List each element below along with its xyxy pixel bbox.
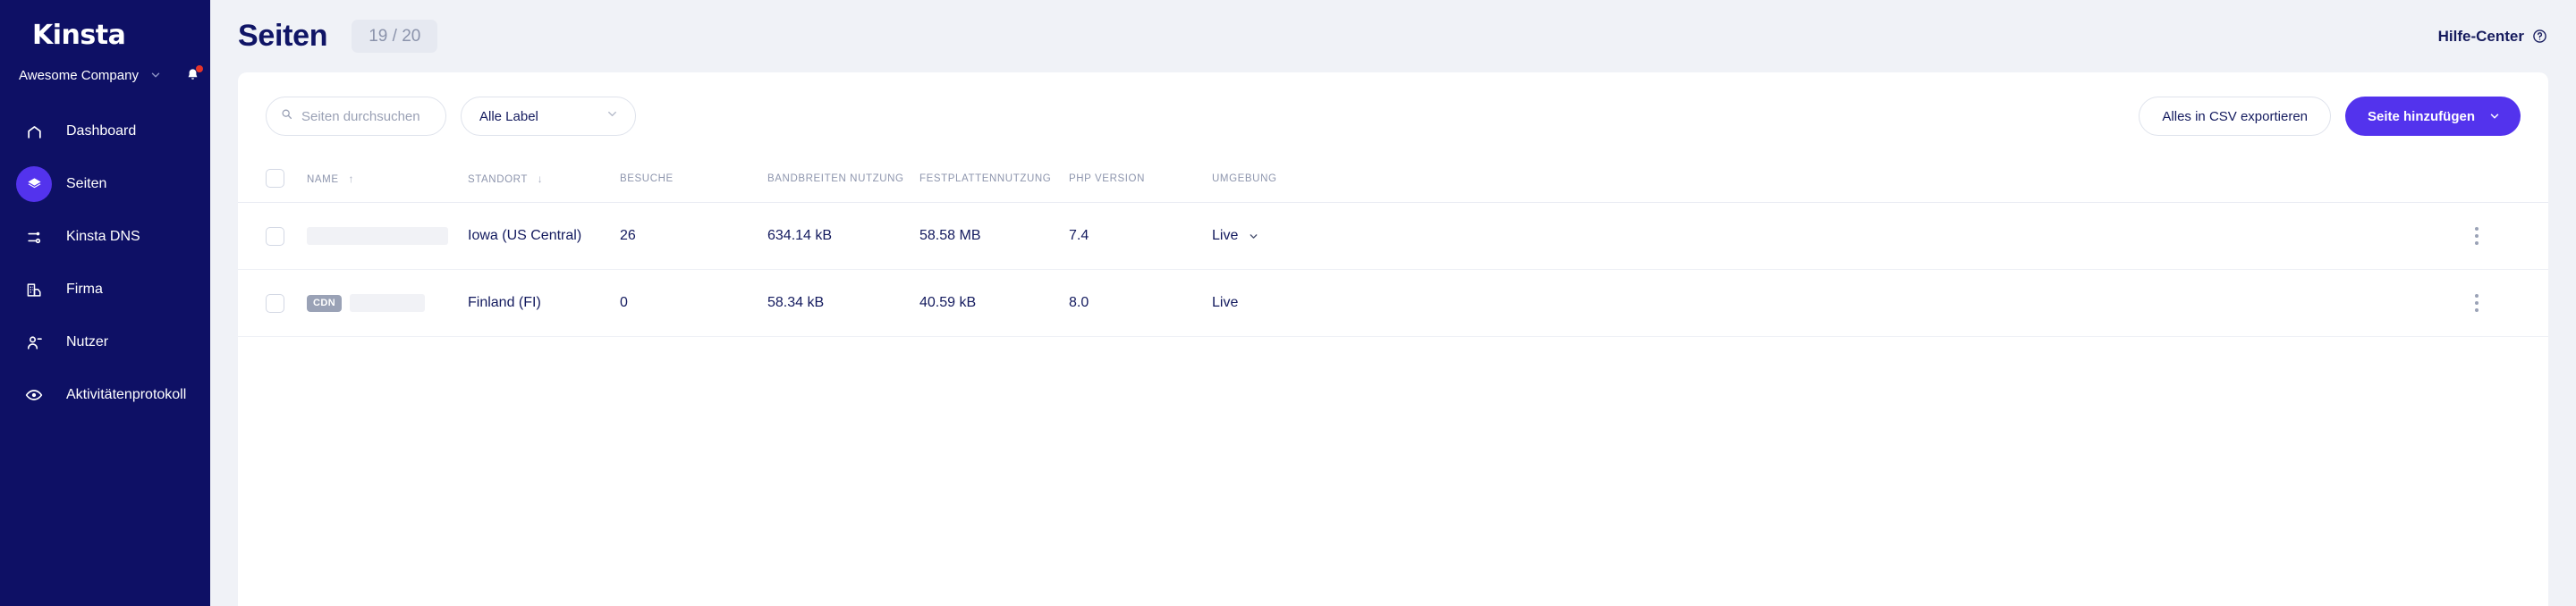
row-visits-cell: 26 [620, 202, 767, 270]
environment-label: Live [1212, 295, 1239, 310]
row-disk-cell: 40.59 kB [919, 269, 1069, 337]
help-center-label: Hilfe-Center [2437, 27, 2524, 45]
user-add-icon [16, 324, 52, 360]
table-row[interactable]: Iowa (US Central) 26 634.14 kB 58.58 MB … [238, 202, 2548, 270]
row-actions-cell [2468, 269, 2548, 337]
sites-table: NAME ↑ STANDORT ↓ BESUCHE BANDBREITEN NU… [238, 158, 2548, 337]
row-visits-cell: 0 [620, 269, 767, 337]
row-name-cell: CDN [307, 269, 468, 337]
row-php-cell: 8.0 [1069, 269, 1212, 337]
table-header-row: NAME ↑ STANDORT ↓ BESUCHE BANDBREITEN NU… [238, 158, 2548, 203]
arrow-up-icon: ↑ [348, 172, 355, 185]
label-filter-select[interactable]: Alle Label [461, 97, 636, 136]
row-checkbox[interactable] [266, 293, 284, 313]
sidebar-nav: Dashboard Seiten Kinsta DNS Firma Nutzer… [0, 114, 210, 413]
company-switcher[interactable]: Awesome Company [0, 63, 210, 87]
sidebar-item-aktivitaetenprotokoll[interactable]: Aktivitätenprotokoll [0, 377, 210, 413]
row-location-cell: Finland (FI) [468, 269, 620, 337]
label-filter-value: Alle Label [479, 108, 538, 124]
sidebar-item-label: Kinsta DNS [66, 229, 140, 244]
row-select-cell [238, 202, 307, 270]
export-csv-button[interactable]: Alles in CSV exportieren [2139, 97, 2331, 136]
chevron-down-icon [2488, 110, 2501, 122]
column-header-environment[interactable]: UMGEBUNG [1212, 158, 2468, 203]
main-area: Seiten 19 / 20 Hilfe-Center Seiten durch… [210, 0, 2576, 606]
row-php-cell: 7.4 [1069, 202, 1212, 270]
column-header-visits[interactable]: BESUCHE [620, 158, 767, 203]
sidebar-item-label: Nutzer [66, 334, 109, 349]
sidebar-item-firma[interactable]: Firma [0, 272, 210, 307]
home-icon [16, 114, 52, 149]
row-checkbox[interactable] [266, 226, 284, 246]
chevron-down-icon [149, 69, 162, 81]
row-name-cell [307, 202, 468, 270]
select-all-header [238, 158, 307, 203]
sidebar-item-dashboard[interactable]: Dashboard [0, 114, 210, 149]
dns-network-icon [16, 219, 52, 255]
sidebar-item-nutzer[interactable]: Nutzer [0, 324, 210, 360]
site-name[interactable] [307, 227, 468, 245]
table-body: Iowa (US Central) 26 634.14 kB 58.58 MB … [238, 202, 2548, 337]
table-row[interactable]: CDN Finland (FI) 0 58.34 kB 40.59 kB 8.0… [238, 269, 2548, 337]
sites-toolbar: Seiten durchsuchen Alle Label Alles in C… [238, 72, 2548, 158]
page-header: Seiten 19 / 20 Hilfe-Center [210, 0, 2576, 72]
company-name: Awesome Company [19, 67, 139, 83]
search-placeholder: Seiten durchsuchen [301, 108, 420, 124]
row-actions-cell [2468, 202, 2548, 270]
search-input[interactable]: Seiten durchsuchen [266, 97, 446, 136]
row-bandwidth-cell: 634.14 kB [767, 202, 919, 270]
environment-selector[interactable]: Live [1212, 295, 2468, 311]
row-bandwidth-cell: 58.34 kB [767, 269, 919, 337]
search-icon [281, 108, 292, 124]
sidebar: Kinsta Awesome Company Dashboard Seiten … [0, 0, 210, 606]
notifications-button[interactable] [185, 64, 203, 83]
site-count-badge: 19 / 20 [352, 20, 438, 53]
sidebar-item-label: Aktivitätenprotokoll [66, 387, 187, 402]
sidebar-item-label: Firma [66, 282, 103, 297]
layers-icon [16, 166, 52, 202]
row-environment-cell: Live [1212, 202, 2468, 270]
sidebar-item-label: Dashboard [66, 123, 137, 139]
column-label: NAME [307, 173, 339, 185]
column-header-name[interactable]: NAME ↑ [307, 158, 468, 203]
eye-icon [16, 377, 52, 413]
site-name[interactable]: CDN [307, 294, 468, 312]
notification-dot [195, 64, 203, 72]
app-root: Kinsta Awesome Company Dashboard Seiten … [0, 0, 2576, 606]
kebab-menu-icon[interactable] [2468, 294, 2486, 312]
arrow-down-icon: ↓ [537, 172, 544, 185]
table-head: NAME ↑ STANDORT ↓ BESUCHE BANDBREITEN NU… [238, 158, 2548, 203]
column-header-actions [2468, 158, 2548, 203]
row-environment-cell: Live [1212, 269, 2468, 337]
select-all-checkbox[interactable] [266, 169, 284, 188]
add-site-button[interactable]: Seite hinzufügen [2345, 97, 2521, 136]
column-header-php[interactable]: PHP VERSION [1069, 158, 1212, 203]
environment-selector[interactable]: Live [1212, 228, 2468, 244]
cdn-badge: CDN [307, 294, 343, 312]
sidebar-item-seiten[interactable]: Seiten [0, 166, 210, 202]
kinsta-logo[interactable]: Kinsta [32, 20, 210, 51]
chevron-down-icon [606, 107, 619, 125]
question-circle-icon [2532, 29, 2547, 44]
sites-card: Seiten durchsuchen Alle Label Alles in C… [238, 72, 2548, 606]
environment-label: Live [1212, 228, 1239, 243]
sidebar-item-label: Seiten [66, 176, 107, 191]
redacted-site-name [307, 227, 448, 245]
row-select-cell [238, 269, 307, 337]
page-title: Seiten [238, 19, 328, 53]
building-icon [16, 272, 52, 307]
row-location-cell: Iowa (US Central) [468, 202, 620, 270]
add-site-label: Seite hinzufügen [2368, 108, 2475, 124]
help-center-link[interactable]: Hilfe-Center [2438, 28, 2547, 46]
redacted-site-name [350, 294, 426, 312]
column-header-bandwidth[interactable]: BANDBREITEN NUTZUNG [767, 158, 919, 203]
kebab-menu-icon[interactable] [2468, 227, 2486, 245]
column-header-location[interactable]: STANDORT ↓ [468, 158, 620, 203]
column-label: STANDORT [468, 173, 528, 185]
chevron-down-icon [1248, 231, 1259, 242]
sidebar-item-kinsta-dns[interactable]: Kinsta DNS [0, 219, 210, 255]
column-header-disk[interactable]: FESTPLATTENNUTZUNG [919, 158, 1069, 203]
row-disk-cell: 58.58 MB [919, 202, 1069, 270]
